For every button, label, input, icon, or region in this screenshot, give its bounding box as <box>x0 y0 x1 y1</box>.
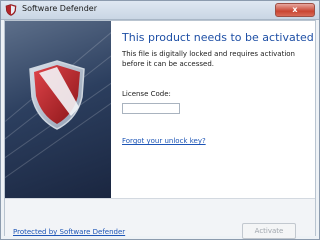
dialog-client-area: This product needs to be activated This … <box>4 20 316 239</box>
side-banner <box>5 21 111 198</box>
description-text: This file is digitally locked and requir… <box>122 50 295 68</box>
close-icon: x <box>292 5 298 14</box>
license-code-input[interactable] <box>122 103 180 114</box>
forgot-unlock-key-link[interactable]: Forgot your unlock key? <box>122 137 206 145</box>
window-title: Software Defender <box>22 4 97 13</box>
protected-by-link[interactable]: Protected by Software Defender <box>13 228 125 236</box>
dialog-footer: Protected by Software Defender Activate <box>5 198 315 239</box>
activate-button[interactable]: Activate <box>242 223 296 239</box>
license-code-label: License Code: <box>122 90 171 98</box>
close-button[interactable]: x <box>275 3 315 17</box>
page-title: This product needs to be activated <box>122 31 314 44</box>
shield-icon <box>5 4 17 16</box>
title-bar[interactable]: Software Defender x <box>1 1 319 20</box>
shield-logo <box>29 60 85 130</box>
app-window: Software Defender x This product needs t… <box>0 0 320 240</box>
